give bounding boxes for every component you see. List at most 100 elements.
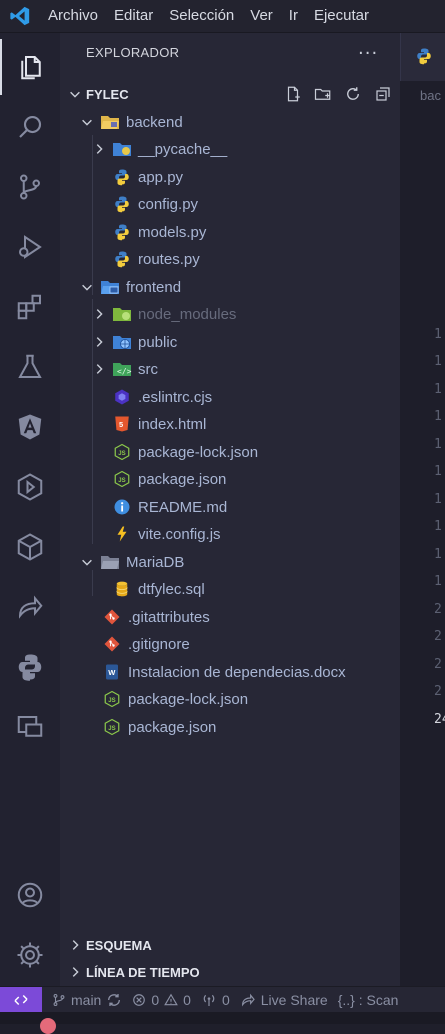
tree-folder-pycache[interactable]: __pycache__ (92, 136, 227, 162)
activity-bar (0, 33, 60, 986)
remote-indicator[interactable] (0, 987, 42, 1013)
taskbar-app-icon[interactable] (40, 1018, 56, 1034)
problems-status[interactable]: 0 0 (132, 992, 191, 1008)
menu-ir[interactable]: Ir (281, 0, 306, 32)
current-line-number: 24 (434, 712, 445, 727)
tree-file-instalacion-docx[interactable]: W Instalacion de dependecias.docx (102, 659, 346, 685)
tree-file-config-py[interactable]: config.py (112, 191, 198, 217)
source-control-icon[interactable] (0, 159, 60, 215)
line-number: 1 (434, 354, 442, 369)
folder-node-icon (112, 304, 132, 324)
folder-backend-icon (100, 112, 120, 132)
sync-icon[interactable] (106, 992, 122, 1008)
python-icon (112, 249, 132, 269)
tree-file-gitignore[interactable]: .gitignore (102, 631, 190, 657)
new-file-icon[interactable] (282, 83, 304, 105)
taskbar-strip (0, 1012, 445, 1024)
chevron-down-icon (82, 559, 92, 566)
nodejs-icon: JS (102, 717, 122, 737)
angular-icon[interactable] (0, 399, 60, 455)
testing-flask-icon[interactable] (0, 339, 60, 395)
tree-folder-node-modules[interactable]: node_modules (92, 301, 236, 327)
refresh-icon[interactable] (342, 83, 364, 105)
workspace-root-label: FYLEC (86, 86, 129, 102)
line-number: 2 (434, 657, 442, 672)
line-number: 2 (434, 629, 442, 644)
explorer-sidebar: EXPLORADOR ··· FYLEC backend __pycache__… (60, 33, 400, 986)
tree-file-package-json[interactable]: JS package.json (112, 466, 226, 492)
remote-icon (14, 994, 28, 1006)
explorer-icon[interactable] (0, 39, 60, 95)
scan-status[interactable]: {..} : Scan (338, 992, 399, 1008)
live-share-icon[interactable] (0, 579, 60, 635)
timeline-section[interactable]: LÍNEA DE TIEMPO (60, 959, 400, 985)
html-icon: 5 (112, 414, 132, 434)
ports-count: 0 (221, 992, 230, 1008)
search-icon[interactable] (0, 99, 60, 155)
python-icon (112, 167, 132, 187)
menu-ejecutar[interactable]: Ejecutar (306, 0, 377, 32)
collapse-all-icon[interactable] (372, 83, 394, 105)
new-folder-icon[interactable] (312, 83, 334, 105)
chevron-down-icon (70, 91, 80, 98)
svg-text:JS: JS (108, 698, 115, 704)
info-icon (112, 497, 132, 517)
chevron-right-icon (96, 364, 103, 374)
menu-ver[interactable]: Ver (242, 0, 281, 32)
extensions-icon[interactable] (0, 279, 60, 335)
live-share-icon (241, 993, 255, 1007)
tree-folder-backend[interactable]: backend (80, 109, 183, 135)
tree-file-dtfylec-sql[interactable]: dtfylec.sql (112, 576, 205, 602)
chevron-right-icon (72, 967, 79, 977)
error-count: 0 (151, 992, 160, 1008)
outline-label: ESQUEMA (86, 937, 152, 953)
svg-text:</>: </> (117, 367, 132, 376)
tree-file-gitattributes[interactable]: .gitattributes (102, 604, 210, 630)
tree-folder-public[interactable]: public (92, 329, 177, 355)
tree-file-package-json-root[interactable]: JS package.json (102, 714, 216, 740)
scan-label: {..} : Scan (337, 992, 399, 1008)
nodejs-icon: JS (112, 469, 132, 489)
folder-pycache-icon (112, 139, 132, 159)
tree-file-package-lock-json[interactable]: JS package-lock.json (112, 439, 258, 465)
menu-seleccion[interactable]: Selección (161, 0, 242, 32)
containers-cube-icon[interactable] (0, 519, 60, 575)
settings-gear-icon[interactable] (0, 927, 60, 983)
line-number: 1 (434, 574, 442, 589)
line-number: 1 (434, 547, 442, 562)
menu-editar[interactable]: Editar (106, 0, 161, 32)
tree-folder-src[interactable]: </> src (92, 356, 158, 382)
account-icon[interactable] (0, 867, 60, 923)
remote-window-icon[interactable] (0, 699, 60, 755)
ports-status[interactable]: 0 (201, 992, 230, 1008)
editor-area: bac 1 1 1 1 1 1 1 1 1 1 2 2 2 2 24 (400, 33, 445, 986)
tree-folder-mariadb[interactable]: MariaDB (80, 549, 184, 575)
branch-status[interactable]: main (52, 992, 122, 1008)
remote-explorer-icon[interactable] (0, 459, 60, 515)
outline-section[interactable]: ESQUEMA (60, 932, 400, 958)
tree-file-readme[interactable]: README.md (112, 494, 227, 520)
svg-text:5: 5 (119, 420, 123, 429)
tree-file-routes-py[interactable]: routes.py (112, 246, 200, 272)
live-share-status[interactable]: Live Share (240, 992, 328, 1008)
tree-file-app-py[interactable]: app.py (112, 164, 183, 190)
svg-text:JS: JS (118, 451, 125, 457)
vite-icon (112, 524, 132, 544)
python-icon[interactable] (0, 639, 60, 695)
tree-file-package-lock-json-root[interactable]: JS package-lock.json (102, 686, 248, 712)
tree-file-eslintrc[interactable]: .eslintrc.cjs (112, 384, 212, 410)
explorer-more-button[interactable]: ··· (358, 43, 378, 64)
folder-frontend-icon (100, 277, 120, 297)
breadcrumb[interactable]: bac (420, 88, 441, 103)
tree-file-index-html[interactable]: 5 index.html (112, 411, 206, 437)
menu-archivo[interactable]: Archivo (40, 0, 106, 32)
explorer-title: EXPLORADOR (86, 45, 180, 60)
chevron-right-icon (96, 309, 103, 319)
line-number: 2 (434, 684, 442, 699)
tree-file-vite-config[interactable]: vite.config.js (112, 521, 221, 547)
editor-tab[interactable] (400, 33, 445, 81)
tree-file-models-py[interactable]: models.py (112, 219, 206, 245)
tree-folder-frontend[interactable]: frontend (80, 274, 181, 300)
timeline-label: LÍNEA DE TIEMPO (86, 964, 200, 980)
run-debug-icon[interactable] (0, 219, 60, 275)
